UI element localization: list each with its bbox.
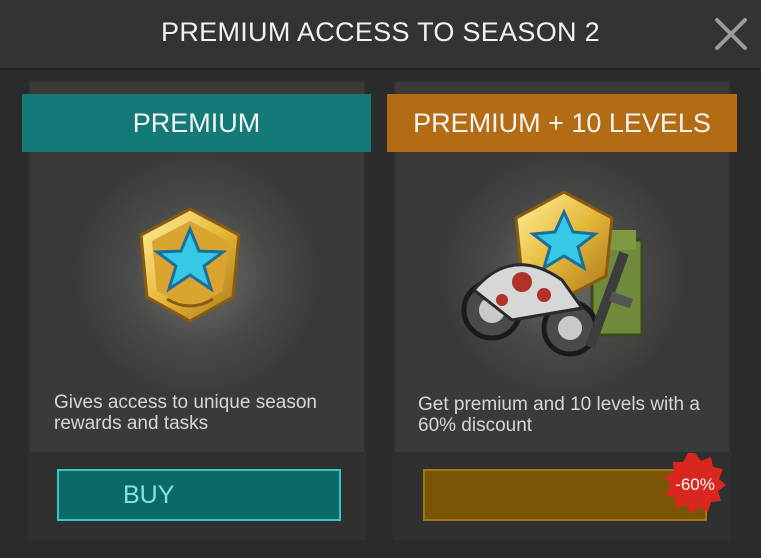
offer-description-premium: Gives access to unique season rewards an…	[54, 392, 354, 434]
description-line: rewards and tasks	[54, 413, 209, 434]
description-line: Gives access to unique season	[54, 392, 317, 413]
description-line: 60% discount	[418, 415, 533, 436]
premium-bundle-icon	[461, 190, 644, 357]
buy-button[interactable]: BUY	[57, 469, 341, 521]
dialog-header: PREMIUM ACCESS TO SEASON 2	[0, 0, 761, 70]
offer-title-premium: PREMIUM	[22, 94, 371, 152]
discount-label: -60%	[675, 475, 715, 494]
offer-description-premium-plus-levels: Get premium and 10 levels with a 60% dis…	[418, 394, 718, 436]
description-line: Get premium and 10 levels with a	[418, 394, 700, 415]
premium-star-badge-icon	[139, 207, 241, 323]
discount-badge: -60%	[665, 453, 726, 514]
close-icon[interactable]	[713, 16, 749, 52]
offer-title-premium-plus-levels: PREMIUM + 10 LEVELS	[387, 94, 737, 152]
dialog-title: PREMIUM ACCESS TO SEASON 2	[161, 17, 600, 47]
